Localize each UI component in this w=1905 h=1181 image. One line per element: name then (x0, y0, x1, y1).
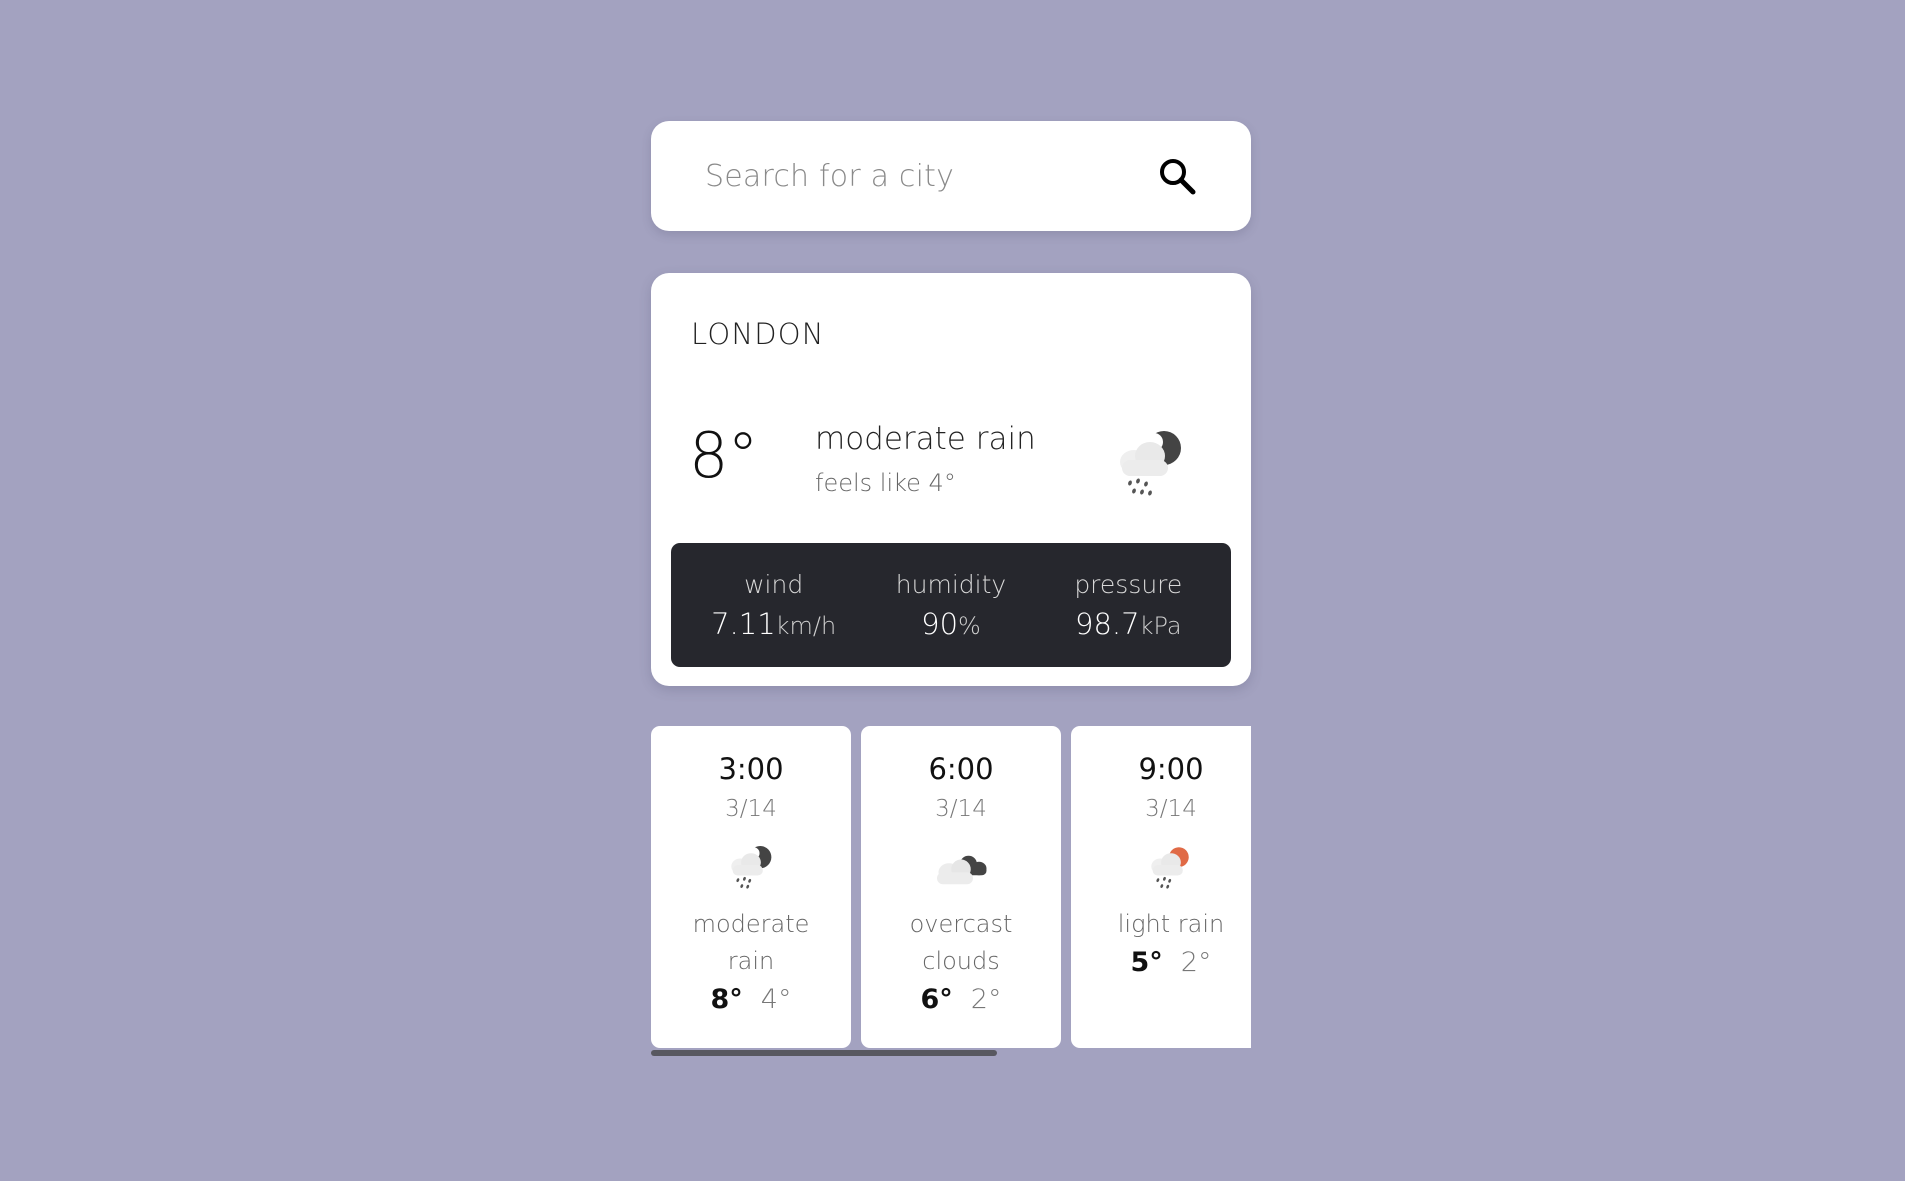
search-input[interactable] (705, 158, 1125, 194)
pressure-value-row: 98.7kPa (1043, 607, 1213, 641)
rain-moon-icon (731, 845, 772, 889)
forecast-max-temp: 8° (710, 984, 743, 1015)
humidity-stat: humidity 90% (866, 570, 1036, 641)
forecast-description: overcast clouds (909, 910, 1013, 975)
current-temperature: 8° (689, 419, 758, 492)
forecast-max-temp: 5° (1130, 947, 1163, 978)
weather-description: moderate rain (815, 421, 1036, 457)
forecast-max-temp: 6° (920, 984, 953, 1015)
forecast-time: 9:00 (1138, 752, 1204, 786)
weather-app: LONDON 8° moderate rain feels like 4° wi… (651, 121, 1251, 1056)
forecast-card: 3:00 3/14 moderate rain 8° 4° (651, 726, 851, 1048)
rain-sun-icon (1151, 847, 1189, 889)
forecast-time: 6:00 (928, 752, 994, 786)
forecast-time: 3:00 (718, 752, 784, 786)
wind-value-row: 7.11km/h (689, 607, 859, 641)
forecast-temps: 8° 4° (651, 984, 851, 1015)
search-icon (1160, 159, 1196, 195)
search-button[interactable] (1155, 154, 1199, 198)
forecast-date: 3/14 (725, 796, 777, 822)
horizontal-scrollbar[interactable] (651, 1050, 997, 1056)
wind-unit: km/h (775, 611, 837, 640)
rain-moon-icon (1120, 431, 1181, 496)
search-bar (651, 121, 1251, 231)
wind-stat: wind 7.11km/h (689, 570, 859, 641)
pressure-stat: pressure 98.7kPa (1043, 570, 1213, 641)
weather-stats-panel: wind 7.11km/h humidity 90% pressure 98.7… (671, 543, 1231, 667)
forecast-temps: 6° 2° (861, 984, 1061, 1015)
forecast-description: moderate rain (692, 910, 810, 975)
forecast-date: 3/14 (935, 796, 987, 822)
forecast-temps: 5° 2° (1071, 947, 1251, 978)
pressure-value: 98.7 (1075, 606, 1140, 641)
humidity-label: humidity (895, 569, 1007, 599)
wind-label: wind (744, 569, 804, 599)
forecast-scroller[interactable]: 3:00 3/14 moderate rain 8° 4° 6:00 3/14 … (651, 726, 1251, 1056)
forecast-min-temp: 2° (1180, 947, 1212, 978)
forecast-description: light rain (1117, 910, 1225, 938)
humidity-value: 90 (921, 606, 959, 641)
forecast-min-temp: 4° (760, 984, 792, 1015)
city-name: LONDON (691, 317, 825, 351)
feels-like: feels like 4° (815, 469, 956, 497)
pressure-label: pressure (1074, 569, 1183, 599)
wind-value: 7.11 (711, 606, 776, 641)
humidity-unit: % (958, 611, 981, 640)
forecast-row: 3:00 3/14 moderate rain 8° 4° 6:00 3/14 … (651, 726, 1251, 1048)
forecast-date: 3/14 (1145, 796, 1197, 822)
humidity-value-row: 90% (866, 607, 1036, 641)
pressure-unit: kPa (1139, 611, 1182, 640)
forecast-card: 6:00 3/14 overcast clouds 6° 2° (861, 726, 1061, 1048)
overcast-clouds-icon (937, 855, 987, 885)
forecast-min-temp: 2° (970, 984, 1002, 1015)
forecast-card: 9:00 3/14 light rain 5° 2° (1071, 726, 1251, 1048)
current-weather-card: LONDON 8° moderate rain feels like 4° wi… (651, 273, 1251, 686)
